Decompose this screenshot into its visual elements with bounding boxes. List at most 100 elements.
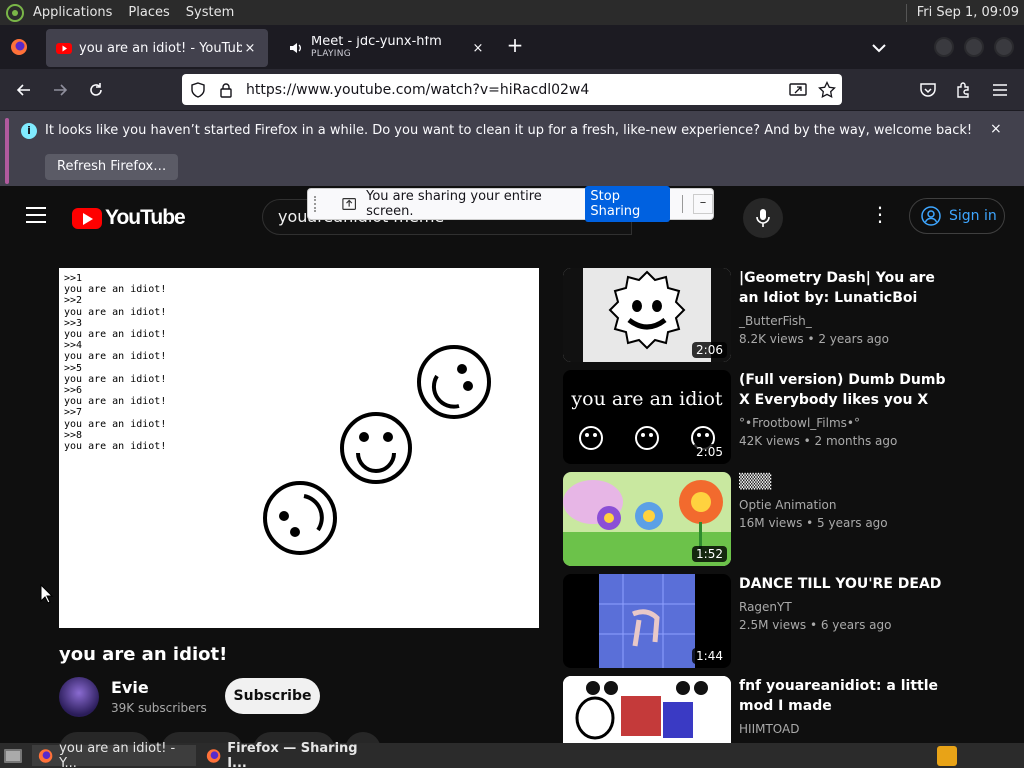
navigation-bar: https://www.youtube.com/watch?v=hiRacdl0… [0,69,1024,110]
recommendation-item[interactable]: fnf youareanidiot: a little mod I made H… [563,676,1003,743]
recommendation-channel[interactable]: _ButterFish_ [739,314,812,328]
youtube-favicon-icon [56,43,72,54]
tab-youtube[interactable]: you are an idiot! - YouTube × [46,29,268,67]
minimize-window-button[interactable] [934,37,954,57]
channel-name[interactable]: Evie [111,678,149,697]
sign-in-button[interactable]: Sign in [909,198,1005,234]
forward-button[interactable] [48,78,72,102]
url-text[interactable]: https://www.youtube.com/watch?v=hiRacdl0… [246,82,589,98]
video-title: you are an idiot! [59,644,228,665]
thumbnail[interactable]: you are an idiot 2:05 [563,370,731,464]
app-menu-button[interactable] [988,78,1012,102]
recommendation-channel[interactable]: °•Frootbowl_Films•° [739,416,860,430]
clock[interactable]: Fri Sep 1, 09:09 [917,5,1019,20]
mouse-cursor-icon [40,584,54,604]
reload-button[interactable] [84,78,108,102]
taskbar-window-title: you are an idiot! - Y... [59,740,176,768]
tab-playing-status: PLAYING [311,49,352,59]
taskbar-window-youtube[interactable]: you are an idiot! - Y... [32,741,196,768]
recommendation-meta: 8.2K views • 2 years ago [739,332,889,346]
recommendation-channel[interactable]: Optie Animation [739,498,836,512]
drag-handle[interactable] [314,196,318,212]
recommendation-title[interactable]: DANCE TILL YOU'RE DEAD [739,574,949,594]
recommendation-title[interactable]: (Full version) Dumb Dumb X Everybody lik… [739,370,949,410]
stop-sharing-button[interactable]: Stop Sharing [585,186,671,222]
channel-avatar[interactable] [59,677,99,717]
thumbnail[interactable] [563,676,731,743]
refresh-firefox-notification: i It looks like you haven’t started Fire… [0,110,1024,186]
recommendation-title[interactable]: |Geometry Dash| You are an Idiot by: Lun… [739,268,949,308]
window-controls [934,37,1024,57]
youtube-logo-text: YouTube [105,206,186,229]
pocket-button[interactable] [916,78,940,102]
menu-applications[interactable]: Applications [33,5,112,20]
thumbnail[interactable]: 1:44 [563,574,731,668]
puzzle-piece-icon [957,82,969,98]
taskbar-window-title: Firefox — Sharing I... [227,740,358,768]
recommendation-meta: 42K views • 2 months ago [739,434,898,448]
tab-close-button[interactable]: × [470,41,486,56]
refresh-firefox-button[interactable]: Refresh Firefox… [45,154,179,180]
fnf-mod-thumbnail [563,676,731,743]
recommendation-item[interactable]: 1:44 DANCE TILL YOU'RE DEAD RagenYT 2.5M… [563,574,1003,668]
pocket-icon [920,83,936,97]
tray-app-icon[interactable] [937,746,957,766]
subscriber-count: 39K subscribers [111,701,207,715]
account-circle-icon [921,206,941,226]
recommendation-meta: 16M views • 5 years ago [739,516,888,530]
tab-close-button[interactable]: × [242,41,258,56]
youtube-logo[interactable]: YouTube [72,206,186,230]
video-duration: 2:05 [692,444,727,460]
taskbar: you are an idiot! - Y... Firefox — Shari… [0,741,1024,768]
lock-icon[interactable] [218,82,234,98]
menu-places[interactable]: Places [128,5,169,20]
screen-share-indicator-icon[interactable] [789,82,807,98]
close-window-button[interactable] [994,37,1014,57]
youtube-page: YouTube youareanidiot meme ⋮ Sign in >>1… [0,186,1024,768]
distro-logo-icon[interactable] [5,3,25,23]
subscribe-button[interactable]: Subscribe [225,678,320,714]
hamburger-menu-icon [993,84,1007,96]
bookmark-star-icon[interactable] [818,80,836,99]
video-duration: 2:06 [692,342,727,358]
recommendation-item[interactable]: you are an idiot 2:05 (Full version) Dum… [563,370,1003,464]
taskbar-window-sharing[interactable]: Firefox — Sharing I... [200,741,380,768]
extensions-button[interactable] [952,78,976,102]
tab-title: you are an idiot! - YouTube [79,40,242,56]
recommendation-channel[interactable]: RagenYT [739,600,792,614]
more-options-icon[interactable]: ⋮ [870,204,890,224]
firefox-icon [38,748,53,763]
notification-close-button[interactable]: × [990,121,1002,137]
guide-menu-icon[interactable] [26,207,46,223]
address-bar[interactable]: https://www.youtube.com/watch?v=hiRacdl0… [182,74,842,105]
list-all-tabs-icon[interactable] [868,37,890,59]
video-player[interactable]: >>1 you are an idiot! >>2 you are an idi… [59,268,539,628]
thumbnail[interactable]: 2:06 [563,268,731,362]
minimize-share-bar-button[interactable]: – [693,194,713,214]
share-bar-separator [682,195,684,213]
back-button[interactable] [12,78,36,102]
show-desktop-icon[interactable] [3,746,23,766]
speaker-icon[interactable] [288,40,304,56]
recommendation-title[interactable]: ▒▒▒ [739,472,949,492]
screen-share-icon [342,198,356,210]
tracking-protection-shield-icon[interactable] [190,81,206,98]
new-tab-button[interactable]: + [504,35,526,57]
recommendation-channel[interactable]: HIIMTOAD [739,722,799,736]
info-icon: i [21,123,37,139]
firefox-menu-button[interactable] [0,25,38,69]
recommendation-item[interactable]: 2:06 |Geometry Dash| You are an Idiot by… [563,268,1003,362]
smiley-faces-graphic [263,345,491,555]
tab-bar: you are an idiot! - YouTube × Meet - jdc… [0,25,1024,69]
tab-title: Meet - jdc-yunx-hfm [311,36,442,49]
video-duration: 1:44 [692,648,727,664]
voice-search-button[interactable] [743,198,783,238]
tab-meet[interactable]: Meet - jdc-yunx-hfm PLAYING × [278,29,496,67]
recommendation-title[interactable]: fnf youareanidiot: a little mod I made [739,676,949,716]
reload-icon [90,83,102,96]
thumbnail[interactable]: 1:52 [563,472,731,566]
recommendation-item[interactable]: 1:52 ▒▒▒ Optie Animation 16M views • 5 y… [563,472,1003,566]
maximize-window-button[interactable] [964,37,984,57]
forward-arrow-icon [54,84,68,96]
menu-system[interactable]: System [186,5,234,20]
